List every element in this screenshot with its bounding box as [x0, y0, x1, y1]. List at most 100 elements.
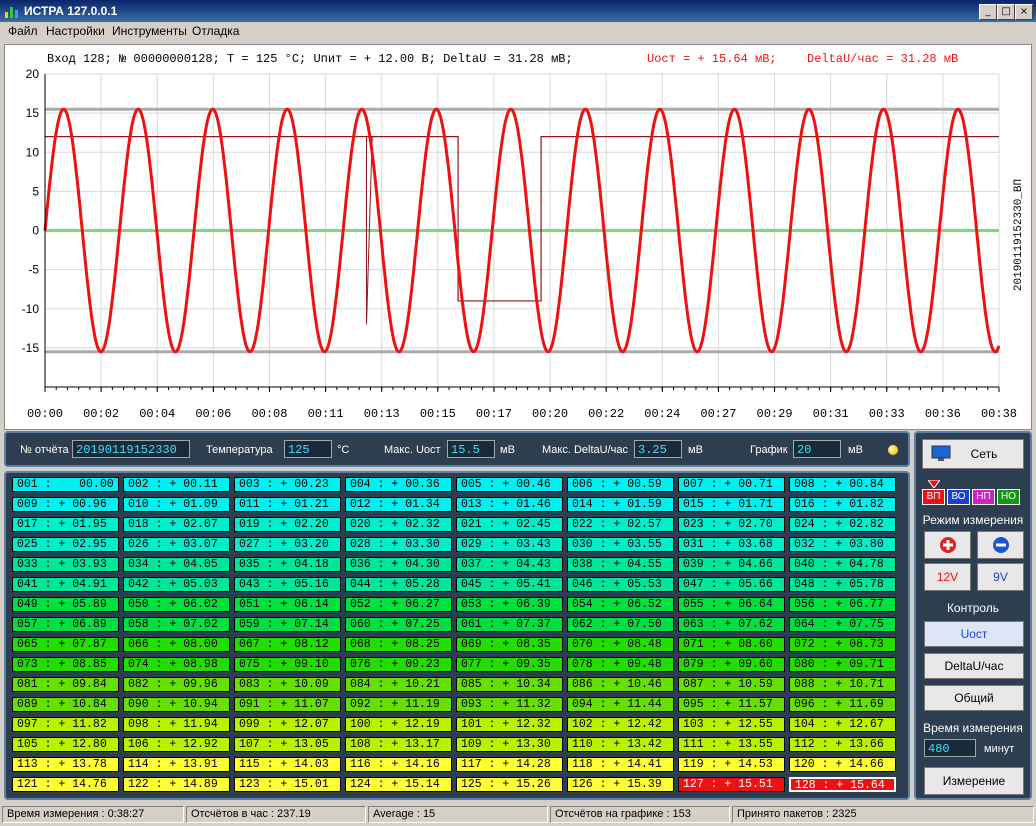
channel-cell[interactable]: 008 : + 00.84: [789, 477, 896, 492]
channel-cell[interactable]: 010 : + 01.09: [123, 497, 230, 512]
report-field[interactable]: 20190119152330: [72, 440, 190, 458]
channel-cell[interactable]: 070 : + 08.48: [567, 637, 674, 652]
channel-cell[interactable]: 098 : + 11.94: [123, 717, 230, 732]
channel-cell[interactable]: 037 : + 04.43: [456, 557, 563, 572]
channel-cell[interactable]: 089 : + 10.84: [12, 697, 119, 712]
channel-cell[interactable]: 051 : + 06.14: [234, 597, 341, 612]
close-button[interactable]: ×: [1015, 4, 1033, 20]
channel-cell[interactable]: 111 : + 13.55: [678, 737, 785, 752]
channel-cell[interactable]: 041 : + 04.91: [12, 577, 119, 592]
channel-cell[interactable]: 016 : + 01.82: [789, 497, 896, 512]
channel-cell[interactable]: 040 : + 04.78: [789, 557, 896, 572]
channel-cell[interactable]: 050 : + 06.02: [123, 597, 230, 612]
channel-cell[interactable]: 079 : + 09.60: [678, 657, 785, 672]
menu-file[interactable]: Файл: [8, 24, 38, 38]
plus-button[interactable]: [924, 531, 971, 559]
channel-cell[interactable]: 080 : + 09.71: [789, 657, 896, 672]
channel-cell[interactable]: 107 : + 13.05: [234, 737, 341, 752]
channel-cell[interactable]: 039 : + 04.66: [678, 557, 785, 572]
channel-cell[interactable]: 009 : + 00.96: [12, 497, 119, 512]
channel-cell[interactable]: 106 : + 12.92: [123, 737, 230, 752]
delta-per-hour-button[interactable]: DeltaU/час: [924, 653, 1024, 679]
mode-vp[interactable]: ВП: [922, 489, 945, 505]
channel-cell[interactable]: 013 : + 01.46: [456, 497, 563, 512]
channel-cell[interactable]: 044 : + 05.28: [345, 577, 452, 592]
channel-cell[interactable]: 081 : + 09.84: [12, 677, 119, 692]
channel-cell[interactable]: 042 : + 05.03: [123, 577, 230, 592]
channel-cell[interactable]: 085 : + 10.34: [456, 677, 563, 692]
channel-cell[interactable]: 032 : + 03.80: [789, 537, 896, 552]
channel-cell[interactable]: 053 : + 06.39: [456, 597, 563, 612]
channel-cell[interactable]: 087 : + 10.59: [678, 677, 785, 692]
channel-cell[interactable]: 105 : + 12.80: [12, 737, 119, 752]
channel-cell[interactable]: 074 : + 08.98: [123, 657, 230, 672]
channel-cell[interactable]: 067 : + 08.12: [234, 637, 341, 652]
channel-cell[interactable]: 121 : + 14.76: [12, 777, 119, 792]
channel-cell[interactable]: 018 : + 02.07: [123, 517, 230, 532]
channel-cell[interactable]: 043 : + 05.16: [234, 577, 341, 592]
channel-cell[interactable]: 022 : + 02.57: [567, 517, 674, 532]
channel-cell[interactable]: 024 : + 02.82: [789, 517, 896, 532]
channel-cell[interactable]: 094 : + 11.44: [567, 697, 674, 712]
channel-cell[interactable]: 061 : + 07.37: [456, 617, 563, 632]
uost-field[interactable]: 15.5: [447, 440, 495, 458]
graph-field[interactable]: 20: [793, 440, 841, 458]
channel-cell[interactable]: 069 : + 08.35: [456, 637, 563, 652]
channel-cell[interactable]: 119 : + 14.53: [678, 757, 785, 772]
channel-cell[interactable]: 060 : + 07.25: [345, 617, 452, 632]
channel-cell[interactable]: 004 : + 00.36: [345, 477, 452, 492]
channel-cell[interactable]: 049 : + 05.89: [12, 597, 119, 612]
channel-cell[interactable]: 120 : + 14.66: [789, 757, 896, 772]
channel-cell[interactable]: 031 : + 03.68: [678, 537, 785, 552]
channel-cell[interactable]: 058 : + 07.02: [123, 617, 230, 632]
channel-cell[interactable]: 122 : + 14.89: [123, 777, 230, 792]
channel-cell[interactable]: 052 : + 06.27: [345, 597, 452, 612]
channel-cell[interactable]: 033 : + 03.93: [12, 557, 119, 572]
delta-field[interactable]: 3.25: [634, 440, 682, 458]
channel-cell[interactable]: 112 : + 13.66: [789, 737, 896, 752]
channel-cell[interactable]: 057 : + 06.89: [12, 617, 119, 632]
channel-cell[interactable]: 090 : + 10.94: [123, 697, 230, 712]
channel-cell[interactable]: 019 : + 02.20: [234, 517, 341, 532]
channel-cell[interactable]: 116 : + 14.16: [345, 757, 452, 772]
common-button[interactable]: Общий: [924, 685, 1024, 711]
channel-cell[interactable]: 006 : + 00.59: [567, 477, 674, 492]
channel-cell[interactable]: 021 : + 02.45: [456, 517, 563, 532]
maximize-button[interactable]: □: [997, 4, 1015, 20]
channel-cell[interactable]: 088 : + 10.71: [789, 677, 896, 692]
channel-cell[interactable]: 014 : + 01.59: [567, 497, 674, 512]
channel-cell[interactable]: 078 : + 09.48: [567, 657, 674, 672]
channel-cell[interactable]: 068 : + 08.25: [345, 637, 452, 652]
channel-cell[interactable]: 108 : + 13.17: [345, 737, 452, 752]
minus-button[interactable]: [977, 531, 1024, 559]
time-field[interactable]: 480: [924, 739, 976, 757]
channel-cell[interactable]: 077 : + 09.35: [456, 657, 563, 672]
channel-cell[interactable]: 114 : + 13.91: [123, 757, 230, 772]
channel-cell[interactable]: 128 : + 15.64: [789, 777, 896, 792]
channel-cell[interactable]: 071 : + 08.60: [678, 637, 785, 652]
channel-cell[interactable]: 075 : + 09.10: [234, 657, 341, 672]
channel-cell[interactable]: 026 : + 03.07: [123, 537, 230, 552]
voltage-9v-button[interactable]: 9V: [977, 563, 1024, 591]
uost-button[interactable]: Uост: [924, 621, 1024, 647]
channel-cell[interactable]: 103 : + 12.55: [678, 717, 785, 732]
channel-cell[interactable]: 072 : + 08.73: [789, 637, 896, 652]
channel-cell[interactable]: 126 : + 15.39: [567, 777, 674, 792]
channel-cell[interactable]: 005 : + 00.46: [456, 477, 563, 492]
measure-button[interactable]: Измерение: [924, 767, 1024, 795]
channel-cell[interactable]: 045 : + 05.41: [456, 577, 563, 592]
channel-cell[interactable]: 065 : + 07.87: [12, 637, 119, 652]
channel-cell[interactable]: 127 : + 15.51: [678, 777, 785, 792]
channel-cell[interactable]: 083 : + 10.09: [234, 677, 341, 692]
channel-cell[interactable]: 003 : + 00.23: [234, 477, 341, 492]
channel-cell[interactable]: 109 : + 13.30: [456, 737, 563, 752]
channel-cell[interactable]: 038 : + 04.55: [567, 557, 674, 572]
channel-cell[interactable]: 110 : + 13.42: [567, 737, 674, 752]
channel-cell[interactable]: 023 : + 02.70: [678, 517, 785, 532]
menu-debug[interactable]: Отладка: [192, 24, 239, 38]
channel-cell[interactable]: 048 : + 05.78: [789, 577, 896, 592]
channel-cell[interactable]: 029 : + 03.43: [456, 537, 563, 552]
channel-cell[interactable]: 118 : + 14.41: [567, 757, 674, 772]
menu-settings[interactable]: Настройки: [46, 24, 105, 38]
channel-cell[interactable]: 030 : + 03.55: [567, 537, 674, 552]
